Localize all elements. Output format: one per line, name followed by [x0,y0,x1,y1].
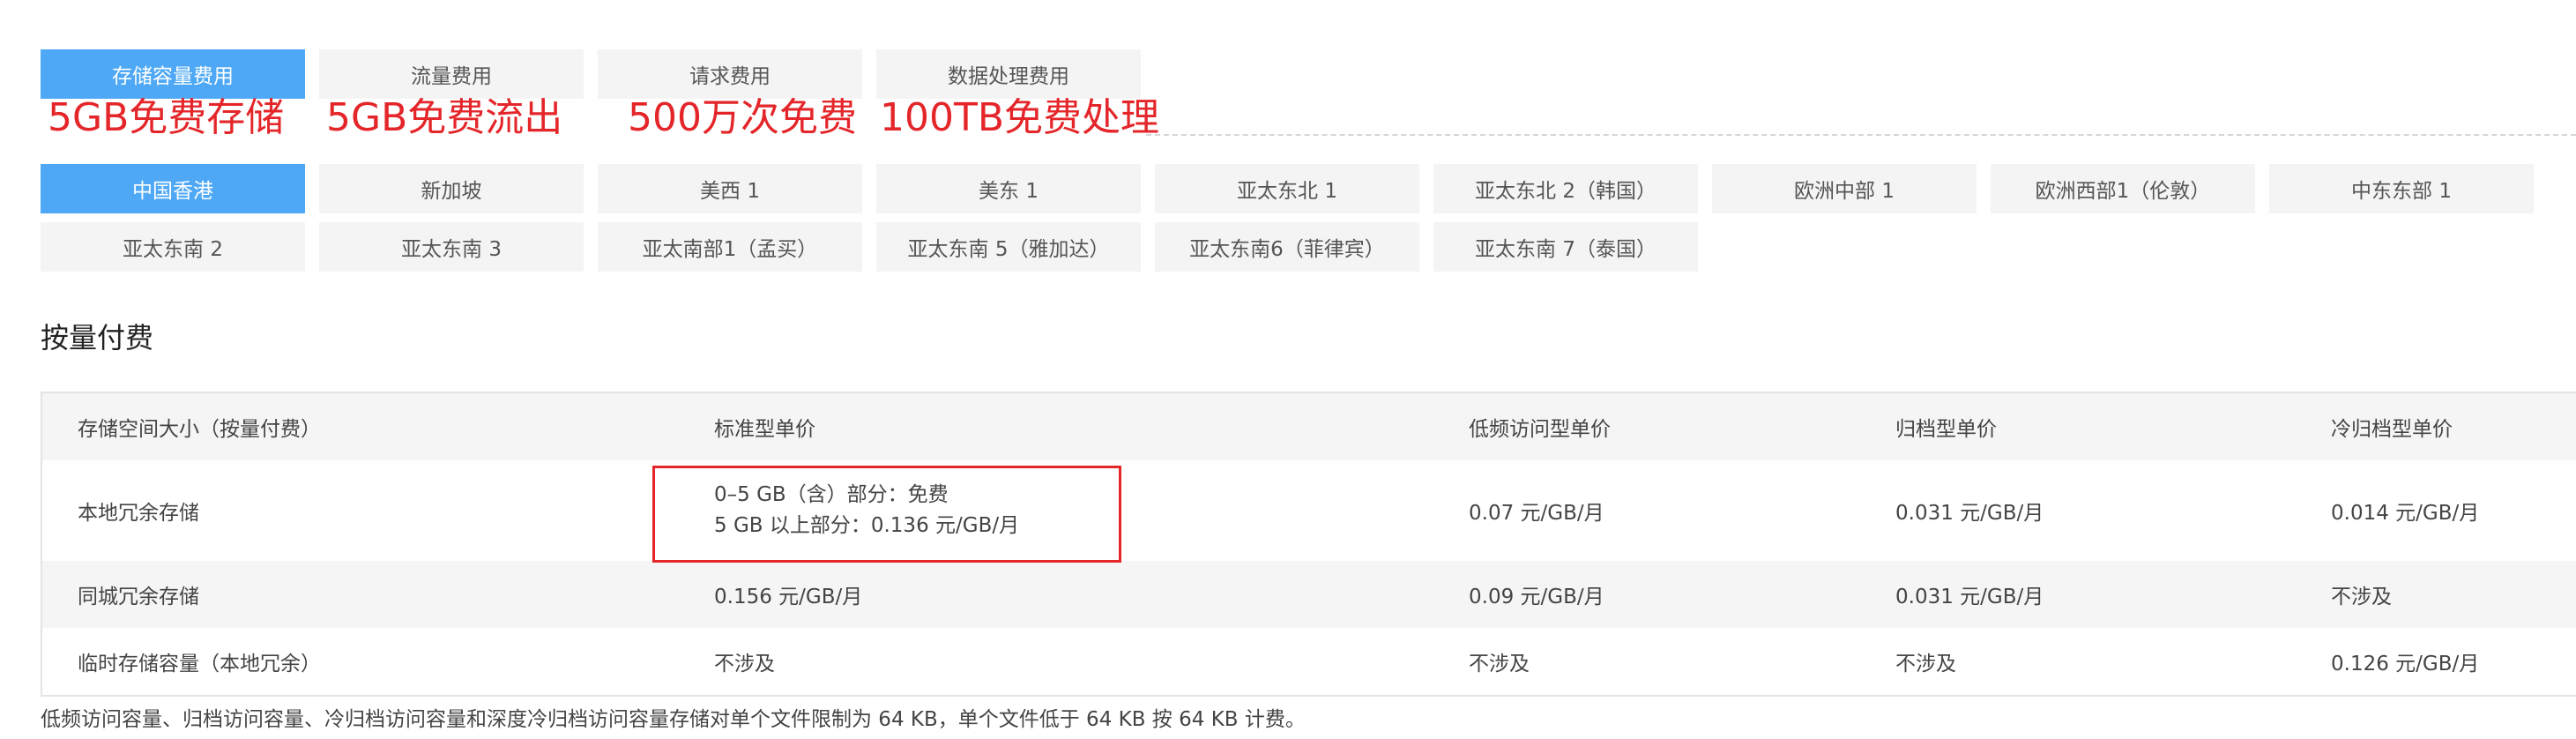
table-row: 临时存储容量（本地冗余） 不涉及 不涉及 不涉及 0.126 元/GB/月 [42,628,2576,695]
table-row: 同城冗余存储 0.156 元/GB/月 0.09 元/GB/月 0.031 元/… [42,561,2576,628]
region-tab-ap-northeast-2[interactable]: 亚太东北 2（韩国） [1433,164,1698,213]
region-tab-ap-south-1[interactable]: 亚太南部1（孟买） [598,222,862,272]
cold-archive-price: 不涉及 [2331,586,2392,608]
header-standard-price: 标准型单价 [714,418,815,441]
region-tab-ap-southeast-3[interactable]: 亚太东南 3 [319,222,584,272]
free-processing-note: 100TB免费处理 [880,95,1160,140]
region-tab-me-east-1[interactable]: 中东东部 1 [2269,164,2534,213]
row-name: 临时存储容量（本地冗余） [78,653,321,676]
header-cold-archive-price: 冷归档型单价 [2331,418,2453,441]
row-name: 本地冗余存储 [78,502,199,525]
region-tab-ap-southeast-2[interactable]: 亚太东南 2 [41,222,305,272]
region-tab-ap-southeast-7[interactable]: 亚太东南 7（泰国） [1433,222,1698,272]
archive-price: 0.031 元/GB/月 [1895,502,2044,525]
header-storage-size: 存储空间大小（按量付费） [78,418,321,441]
archive-price: 不涉及 [1895,653,1956,676]
free-requests-note: 500万次免费 [628,95,857,140]
cold-archive-price: 0.126 元/GB/月 [2331,653,2480,676]
region-tab-us-east-1[interactable]: 美东 1 [876,164,1141,213]
region-tab-hongkong[interactable]: 中国香港 [41,164,305,213]
free-storage-note: 5GB免费存储 [48,95,285,140]
dashed-divider [1146,134,2576,136]
region-tab-eu-west-1[interactable]: 欧洲西部1（伦敦） [1991,164,2255,213]
infrequent-price: 0.07 元/GB/月 [1469,502,1604,525]
header-infrequent-price: 低频访问型单价 [1469,418,1611,441]
region-tab-us-west-1[interactable]: 美西 1 [598,164,862,213]
region-tab-ap-southeast-6[interactable]: 亚太东南6（菲律宾） [1155,222,1419,272]
header-archive-price: 归档型单价 [1895,418,1997,441]
table-header-row: 存储空间大小（按量付费） 标准型单价 低频访问型单价 归档型单价 冷归档型单价 [42,393,2576,460]
region-tab-ap-northeast-1[interactable]: 亚太东北 1 [1155,164,1419,213]
footnote: 低频访问容量、归档访问容量、冷归档访问容量和深度冷归档访问容量存储对单个文件限制… [41,708,1306,731]
infrequent-price: 不涉及 [1469,653,1530,676]
archive-price: 0.031 元/GB/月 [1895,586,2044,608]
standard-price: 0.156 元/GB/月 [714,586,863,608]
free-egress-note: 5GB免费流出 [326,95,563,140]
cold-archive-price: 0.014 元/GB/月 [2331,502,2480,525]
table-row: 本地冗余存储 0–5 GB（含）部分：免费 5 GB 以上部分：0.136 元/… [42,460,2576,561]
region-tab-ap-southeast-5[interactable]: 亚太东南 5（雅加达） [876,222,1141,272]
standard-price: 不涉及 [714,653,775,676]
highlight-box [652,466,1121,563]
region-tab-eu-central-1[interactable]: 欧洲中部 1 [1712,164,1977,213]
infrequent-price: 0.09 元/GB/月 [1469,586,1604,608]
section-title: 按量付费 [41,321,154,355]
region-tab-singapore[interactable]: 新加坡 [319,164,584,213]
pricing-table: 存储空间大小（按量付费） 标准型单价 低频访问型单价 归档型单价 冷归档型单价 … [41,392,2576,697]
row-name: 同城冗余存储 [78,586,199,608]
